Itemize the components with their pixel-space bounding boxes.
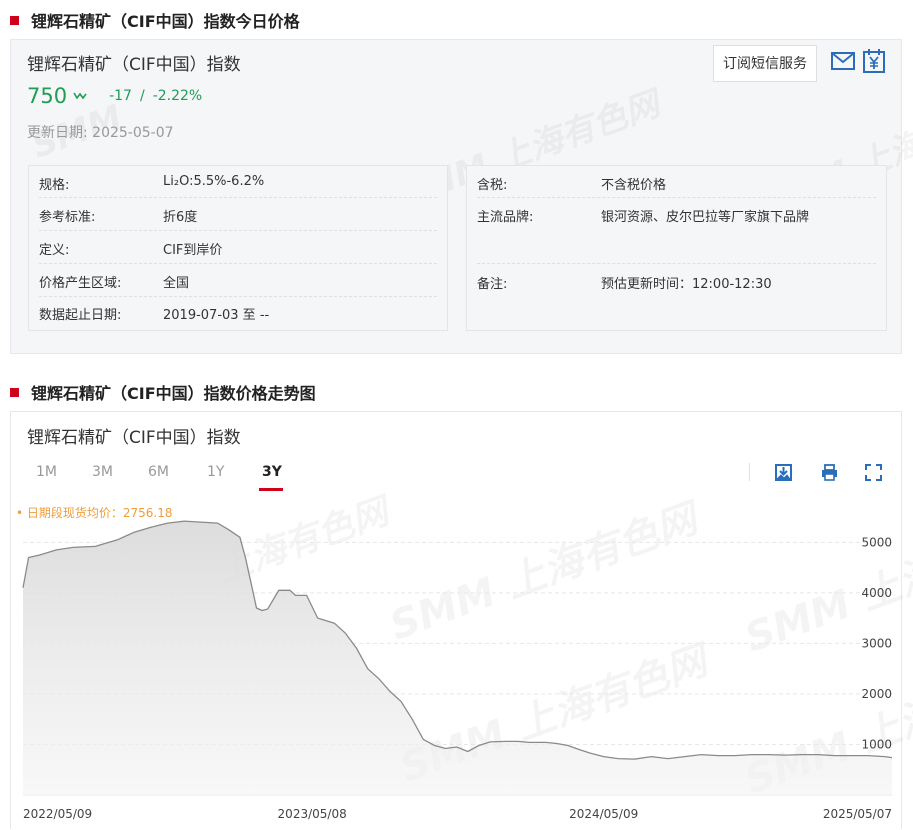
x-tick-label: 2023/05/08 — [278, 807, 347, 821]
trend-chart-panel: 锂辉石精矿（CIF中国）指数 1M 3M 6M 1Y 3Y • 日期段现货均价：… — [10, 411, 913, 829]
y-tick-label: 4000 — [861, 586, 892, 600]
spec-table-left: 规格: Li₂O:5.5%-6.2% 参考标准: 折6度 定义: CIF到岸价 价格产… — [28, 165, 448, 331]
section-marker — [10, 15, 19, 25]
x-tick-label: 2024/05/09 — [569, 807, 638, 821]
x-tick-label: 2022/05/09 — [23, 807, 92, 821]
y-tick-label: 2000 — [861, 687, 892, 701]
trend-down-icon — [73, 92, 87, 100]
index-name: 锂辉石精矿（CIF中国）指数 — [27, 55, 241, 75]
price-row: 750 -17 / -2.22% — [27, 84, 202, 108]
spec-table-right: 含税: 不含税价格 主流品牌: 银河资源、皮尔巴拉等厂家旗下品牌 备注: 预估更新时间… — [466, 165, 887, 331]
y-tick-label: 5000 — [861, 535, 892, 549]
subscribe-sms-button[interactable]: 订阅短信服务 — [713, 45, 817, 82]
x-tick-label: 2025/05/07 — [823, 807, 892, 821]
mail-icon[interactable] — [831, 52, 855, 70]
price-change-percent: -2.22% — [152, 88, 203, 104]
today-price-panel: SMM 上海有色网 SMM 上海有色网 SMM 锂辉石精矿（CIF中国）指数 7… — [10, 39, 913, 354]
section-title: 锂辉石精矿（CIF中国）指数今日价格 — [31, 12, 300, 31]
section-header-today-price: 锂辉石精矿（CIF中国）指数今日价格 — [10, 8, 300, 32]
y-tick-label: 1000 — [861, 737, 892, 751]
current-price: 750 — [27, 84, 68, 108]
section-header-trend: 锂辉石精矿（CIF中国）指数价格走势图 — [10, 380, 316, 404]
section-marker — [10, 387, 19, 397]
change-separator: / — [139, 88, 145, 104]
y-tick-label: 3000 — [861, 636, 892, 650]
price-area — [23, 521, 892, 795]
price-change: -17 — [109, 88, 132, 104]
price-trend-chart: 1000 2000 3000 4000 5000 2022/05/09 2023/05/08… — [22, 520, 893, 821]
update-date: 更新日期: 2025-05-07 — [27, 125, 174, 141]
section-title: 锂辉石精矿（CIF中国）指数价格走势图 — [31, 384, 316, 403]
yen-icon[interactable] — [863, 49, 885, 73]
